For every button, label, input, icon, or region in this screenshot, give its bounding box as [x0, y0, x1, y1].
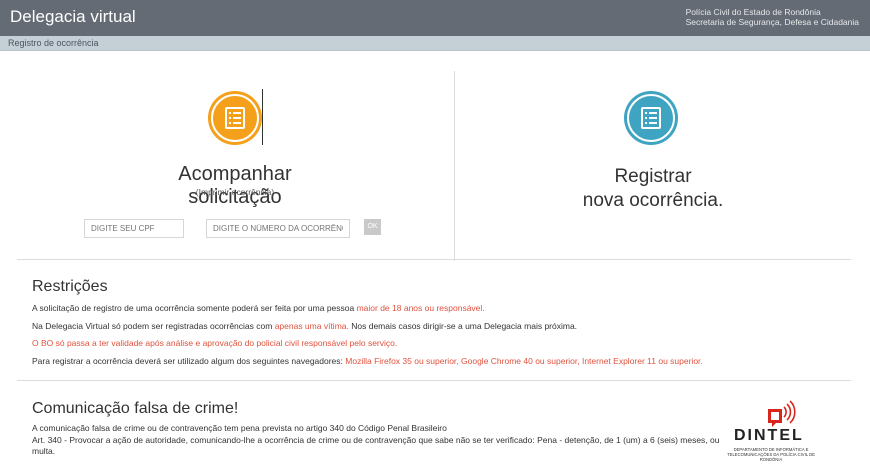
- restricoes-title: Restrições: [32, 278, 108, 295]
- top-header: Delegacia virtual Polícia Civil do Estad…: [0, 0, 870, 36]
- vertical-divider: [454, 71, 455, 261]
- document-list-icon: [225, 107, 245, 129]
- restriction-text: A solicitação de registro de uma ocorrên…: [32, 303, 357, 313]
- dintel-logo: DINTEL DEPARTAMENTO DE INFORMÁTICA E TEL…: [716, 395, 826, 465]
- restriction-highlight: Mozilla Firefox 35 ou superior, Google C…: [345, 356, 703, 366]
- main-content: Acompanhar solicitação (Imprimir ocorrên…: [0, 51, 870, 471]
- logo-subtitle: DEPARTAMENTO DE INFORMÁTICA E TELECOMUNI…: [727, 447, 815, 462]
- document-list-icon: [641, 107, 661, 129]
- logo-wordmark: DINTEL: [734, 427, 804, 444]
- restriction-line-1: A solicitação de registro de uma ocorrên…: [32, 303, 485, 313]
- acompanhar-subtitle: (Imprimir ocorrência): [195, 187, 275, 197]
- breadcrumb: Registro de ocorrência: [8, 38, 99, 48]
- breadcrumb-bar: Registro de ocorrência: [0, 36, 870, 51]
- registrar-title-line-1: Registrar: [614, 166, 692, 187]
- occurrence-number-input[interactable]: [206, 219, 350, 238]
- dintel-signal-icon: [768, 400, 796, 427]
- restriction-text: Nos demais casos dirigir-se a uma Delega…: [348, 321, 578, 331]
- org-line-1: Polícia Civil do Estado de Rondônia: [685, 7, 821, 17]
- restriction-line-3: O BO só passa a ter validade após anális…: [32, 338, 398, 348]
- ok-button[interactable]: OK: [364, 219, 381, 235]
- restriction-line-4: Para registrar a ocorrência deverá ser u…: [32, 356, 703, 366]
- comunicacao-title: Comunicação falsa de crime!: [32, 400, 239, 417]
- restriction-highlight: apenas uma vítima.: [274, 321, 349, 331]
- comunicacao-line-1: A comunicação falsa de crime ou de contr…: [32, 423, 447, 433]
- acompanhar-title[interactable]: Acompanhar solicitação: [130, 163, 340, 209]
- restriction-text: Para registrar a ocorrência deverá ser u…: [32, 356, 346, 366]
- restriction-line-2: Na Delegacia Virtual só podem ser regist…: [32, 321, 577, 331]
- text-cursor: [262, 89, 263, 145]
- registrar-button-icon[interactable]: [624, 91, 678, 145]
- acompanhar-button-icon[interactable]: [208, 91, 262, 145]
- organization-info: Polícia Civil do Estado de Rondônia Secr…: [686, 7, 859, 27]
- org-line-2: Secretaria de Segurança, Defesa e Cidada…: [685, 17, 859, 27]
- cpf-input[interactable]: [84, 219, 184, 238]
- restriction-text: Na Delegacia Virtual só podem ser regist…: [32, 321, 275, 331]
- section-divider: [17, 380, 851, 381]
- restriction-highlight: maior de 18 anos ou responsável.: [356, 303, 485, 313]
- registrar-title[interactable]: Registrar nova ocorrência.: [560, 165, 746, 213]
- section-divider: [17, 259, 851, 260]
- comunicacao-line-2: Art. 340 - Provocar a ação de autoridade…: [32, 435, 720, 456]
- app-title: Delegacia virtual: [10, 7, 136, 26]
- registrar-title-line-2: nova ocorrência.: [582, 190, 724, 211]
